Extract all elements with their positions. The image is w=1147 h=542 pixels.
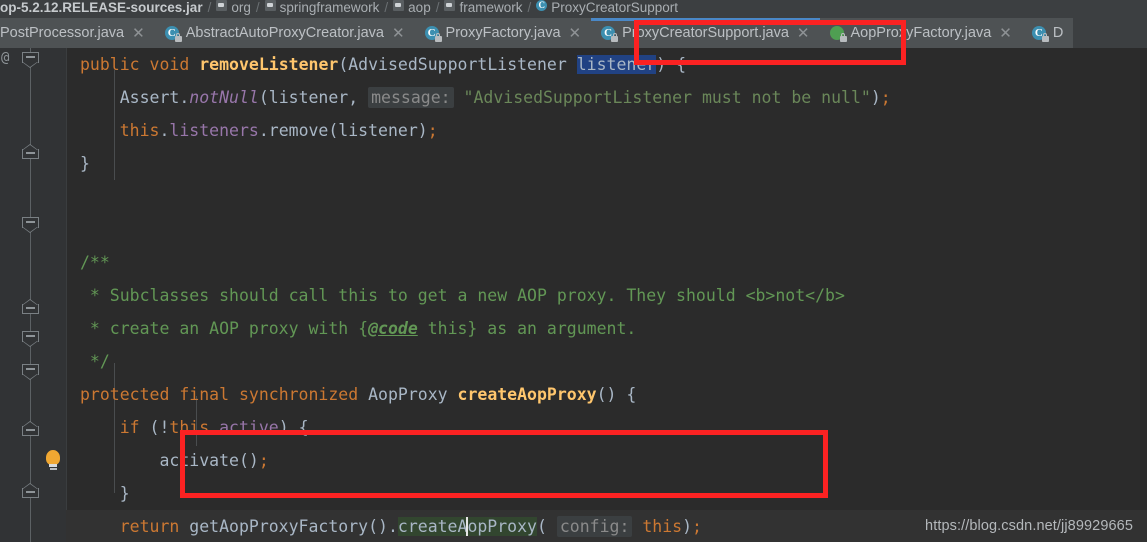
java-class-icon: C: [1031, 25, 1049, 42]
breadcrumb-separator: /: [255, 0, 260, 15]
close-icon[interactable]: ✕: [999, 26, 1012, 41]
fold-marker-collapse[interactable]: [22, 217, 39, 233]
code-editor[interactable]: @ public void removeListener(AdvisedSupp…: [0, 48, 1147, 542]
breadcrumb-separator: /: [207, 0, 212, 15]
code-line[interactable]: this.listeners.remove(listener);: [66, 114, 1147, 147]
code-line[interactable]: public void removeListener(AdvisedSuppor…: [66, 48, 1147, 81]
fold-marker-end[interactable]: [22, 144, 39, 159]
breadcrumb-label: org: [231, 0, 251, 15]
breadcrumb-item-org[interactable]: org: [216, 0, 251, 15]
fold-marker-end[interactable]: [22, 421, 39, 436]
code-line[interactable]: [66, 180, 1147, 213]
java-interface-icon: [829, 25, 847, 42]
tab-label: ProxyCreatorSupport.java: [622, 25, 789, 41]
breadcrumb-label: ProxyCreatorSupport: [551, 0, 679, 15]
code-fold-rail: [30, 48, 31, 542]
intention-bulb-icon[interactable]: [44, 450, 62, 472]
breadcrumb-label: aop: [408, 0, 431, 15]
package-icon: [393, 0, 405, 11]
identifier-occurrence-highlight: createAopProxy: [397, 517, 537, 536]
fold-marker-collapse[interactable]: [22, 364, 39, 380]
breadcrumb-separator: /: [384, 0, 389, 15]
fold-marker-end[interactable]: [22, 483, 39, 498]
breadcrumb-item-aop[interactable]: aop: [393, 0, 431, 15]
watermark-text: https://blog.csdn.net/jj89929665: [925, 518, 1133, 534]
breadcrumb-jar[interactable]: op-5.2.12.RELEASE-sources.jar: [0, 0, 203, 15]
fold-marker-collapse[interactable]: [22, 52, 39, 68]
breadcrumb[interactable]: op-5.2.12.RELEASE-sources.jar / org / sp…: [0, 0, 1147, 18]
code-content[interactable]: public void removeListener(AdvisedSuppor…: [66, 48, 1147, 542]
lock-icon: [1041, 32, 1049, 42]
lock-icon: [434, 32, 442, 42]
code-line[interactable]: if (!this.active) {: [66, 411, 1147, 444]
lock-icon: [174, 32, 182, 42]
code-line[interactable]: }: [66, 477, 1147, 510]
code-line[interactable]: * Subclasses should call this to get a n…: [66, 279, 1147, 312]
breadcrumb-item-springframework[interactable]: springframework: [264, 0, 380, 15]
tab-proxyfactory[interactable]: C ProxyFactory.java ✕: [414, 18, 592, 48]
breadcrumb-item-framework[interactable]: framework: [444, 0, 522, 15]
inlay-hint-config: config:: [556, 516, 633, 537]
tab-abstractautoproxycreator[interactable]: C AbstractAutoProxyCreator.java ✕: [154, 18, 415, 48]
tab-aopproxyfactory[interactable]: AopProxyFactory.java ✕: [819, 18, 1022, 48]
breadcrumb-separator: /: [435, 0, 440, 15]
code-line[interactable]: */: [66, 345, 1147, 378]
close-icon[interactable]: ✕: [392, 26, 405, 41]
active-tab-indicator: [591, 18, 820, 21]
lock-icon: [611, 32, 619, 42]
java-class-icon: C: [424, 25, 442, 42]
package-icon: [216, 0, 228, 11]
code-line[interactable]: * create an AOP proxy with {@code this} …: [66, 312, 1147, 345]
java-class-icon: C: [164, 25, 182, 42]
text-caret: [466, 517, 469, 536]
tab-proxycreatorsupport[interactable]: C ProxyCreatorSupport.java ✕: [591, 18, 820, 48]
editor-gutter[interactable]: @: [0, 48, 66, 542]
code-line[interactable]: }: [66, 147, 1147, 180]
tab-truncated[interactable]: C D: [1021, 18, 1074, 48]
inlay-hint-message: message:: [368, 87, 454, 108]
lock-icon: [839, 32, 847, 42]
annotation-marker: @: [1, 50, 10, 66]
code-line[interactable]: Assert.notNull(listener, message: "Advis…: [66, 81, 1147, 114]
code-line[interactable]: protected final synchronized AopProxy cr…: [66, 378, 1147, 411]
fold-marker-collapse[interactable]: [22, 331, 39, 347]
breadcrumb-item-proxycreatorsupport[interactable]: C ProxyCreatorSupport: [536, 0, 678, 15]
code-line[interactable]: /**: [66, 246, 1147, 279]
close-icon[interactable]: ✕: [132, 26, 145, 41]
tab-label: ProxyFactory.java: [445, 25, 561, 41]
breadcrumb-label: springframework: [279, 0, 380, 15]
java-class-icon: C: [601, 25, 619, 42]
tab-label: D: [1052, 25, 1064, 41]
editor-tab-bar[interactable]: PostProcessor.java ✕ C AbstractAutoProxy…: [0, 18, 1147, 48]
tab-label: AopProxyFactory.java: [850, 25, 992, 41]
fold-marker-end[interactable]: [22, 299, 39, 314]
code-line[interactable]: [66, 213, 1147, 246]
tab-label: PostProcessor.java: [0, 25, 125, 41]
tab-label: AbstractAutoProxyCreator.java: [185, 25, 384, 41]
tab-postprocessor[interactable]: PostProcessor.java ✕: [0, 18, 155, 48]
breadcrumb-separator: /: [527, 0, 532, 15]
breadcrumb-label: framework: [459, 0, 523, 15]
java-class-icon: C: [536, 0, 548, 11]
close-icon[interactable]: ✕: [569, 26, 582, 41]
close-icon[interactable]: ✕: [797, 26, 810, 41]
package-icon: [444, 0, 456, 11]
code-line[interactable]: activate();: [66, 444, 1147, 477]
package-icon: [264, 0, 276, 11]
